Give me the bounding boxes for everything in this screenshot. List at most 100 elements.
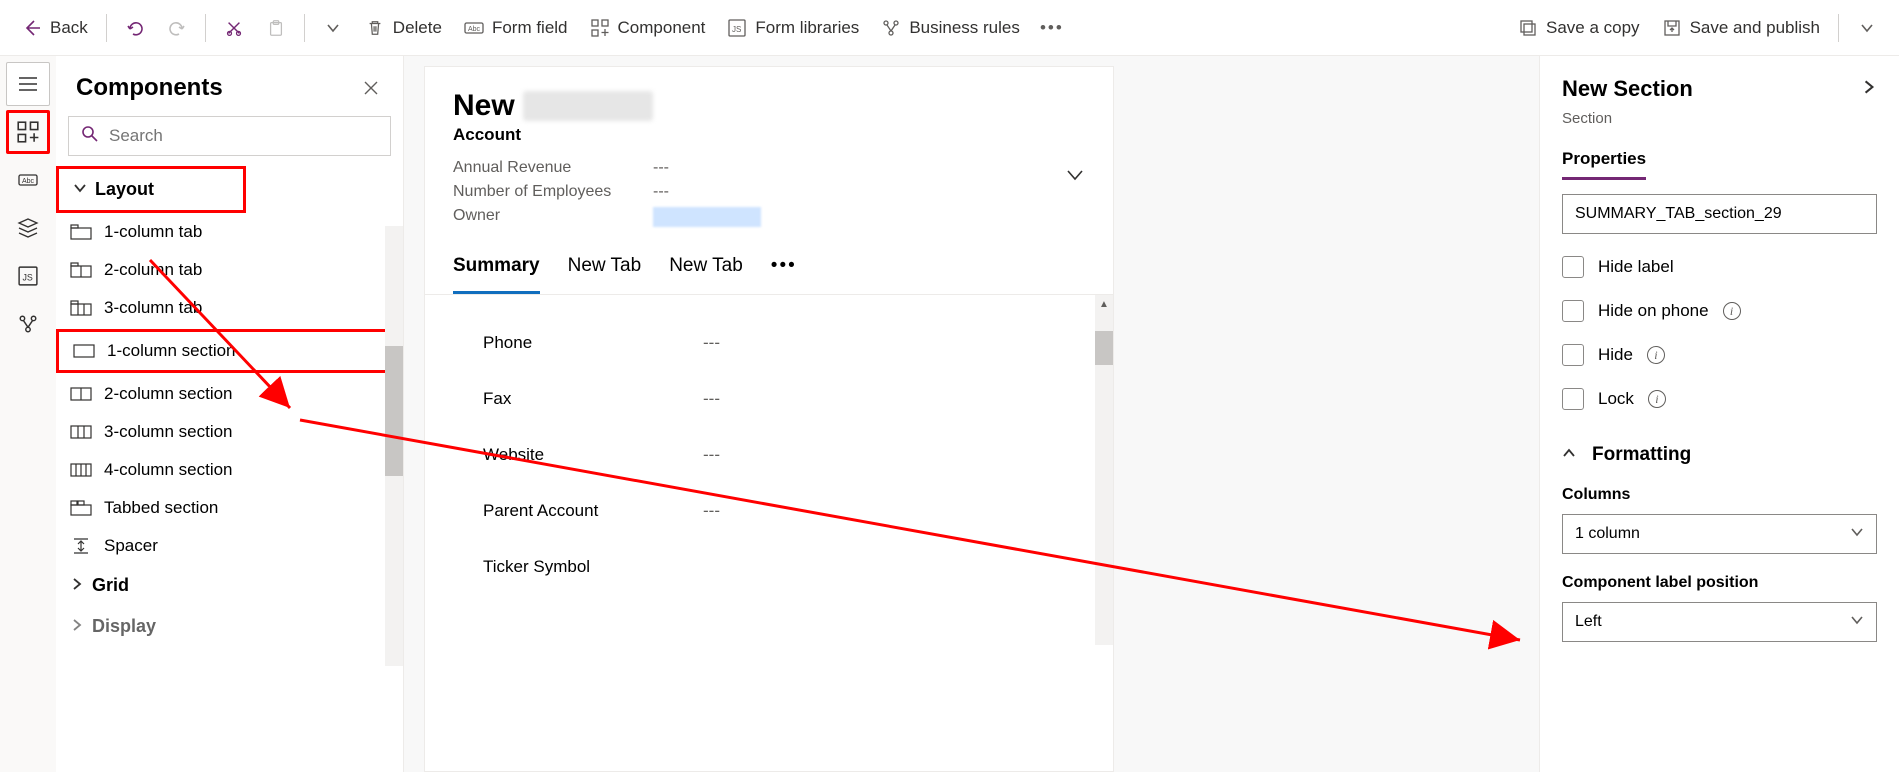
form-field-rail-button[interactable]: Abc — [6, 158, 50, 202]
redo-button[interactable] — [157, 12, 197, 44]
formatting-label: Formatting — [1592, 444, 1691, 466]
close-panel-button[interactable] — [359, 76, 383, 100]
separator — [304, 14, 305, 42]
props-expand-button[interactable] — [1861, 79, 1877, 100]
check-hide-label[interactable]: Hide label — [1562, 256, 1877, 278]
chevron-down-icon — [73, 179, 87, 200]
checkbox[interactable] — [1562, 256, 1584, 278]
field-label: Fax — [483, 389, 703, 409]
layout-item-3col-section[interactable]: 3-column section — [56, 413, 403, 451]
scrollbar-thumb[interactable] — [385, 346, 403, 476]
components-search[interactable] — [68, 116, 391, 156]
back-label: Back — [50, 18, 88, 38]
check-hide[interactable]: Hide i — [1562, 344, 1877, 366]
form-tabs: Summary New Tab New Tab ••• — [425, 237, 1113, 295]
layout-item-1col-tab[interactable]: 1-column tab — [56, 213, 403, 251]
trash-icon — [365, 18, 385, 38]
field-fax[interactable]: Fax --- — [425, 371, 1113, 427]
field-value: --- — [703, 389, 720, 409]
separator — [205, 14, 206, 42]
item-label: 1-column section — [107, 341, 236, 361]
back-button[interactable]: Back — [12, 12, 98, 44]
item-label: 3-column section — [104, 422, 233, 442]
labelpos-value: Left — [1575, 613, 1602, 631]
check-hide-phone[interactable]: Hide on phone i — [1562, 300, 1877, 322]
tab-summary[interactable]: Summary — [453, 255, 540, 294]
form-card[interactable]: New Account Annual Revenue --- Number of… — [424, 66, 1114, 772]
save-publish-dropdown[interactable] — [1847, 12, 1887, 44]
rules-icon — [881, 18, 901, 38]
chevron-down-icon — [1857, 18, 1877, 38]
form-libraries-label: Form libraries — [755, 18, 859, 38]
field-label: Phone — [483, 333, 703, 353]
section-1col-icon — [73, 342, 95, 360]
item-label: 1-column tab — [104, 222, 202, 242]
meta-row-owner[interactable]: Owner — [453, 207, 761, 227]
header-expand-button[interactable] — [1065, 159, 1085, 227]
formatting-section-head[interactable]: Formatting — [1562, 444, 1877, 466]
field-phone[interactable]: Phone --- — [425, 315, 1113, 371]
layout-item-2col-section[interactable]: 2-column section — [56, 375, 403, 413]
layout-item-4col-section[interactable]: 4-column section — [56, 451, 403, 489]
info-icon[interactable]: i — [1647, 346, 1665, 364]
paste-button[interactable] — [256, 12, 296, 44]
form-scrollbar-up[interactable]: ▲ — [1095, 295, 1113, 313]
components-rail-button[interactable] — [6, 110, 50, 154]
field-parent-account[interactable]: Parent Account --- — [425, 483, 1113, 539]
svg-text:Abc: Abc — [468, 26, 481, 33]
rules-rail-button[interactable] — [6, 302, 50, 346]
checkbox[interactable] — [1562, 388, 1584, 410]
section-name-input[interactable] — [1562, 194, 1877, 234]
field-ticker[interactable]: Ticker Symbol — [425, 539, 1113, 595]
item-label: 4-column section — [104, 460, 233, 480]
columns-select[interactable]: 1 column — [1562, 514, 1877, 554]
field-website[interactable]: Website --- — [425, 427, 1113, 483]
overflow-button[interactable]: ••• — [1032, 12, 1072, 44]
layout-item-1col-section[interactable]: 1-column section — [56, 329, 403, 373]
more-dropdown[interactable] — [313, 12, 353, 44]
tabs-overflow[interactable]: ••• — [771, 255, 797, 294]
layout-section-head[interactable]: Layout — [56, 166, 246, 213]
cut-button[interactable] — [214, 12, 254, 44]
meta-row-employees[interactable]: Number of Employees --- — [453, 183, 761, 201]
props-subtitle: Section — [1562, 110, 1877, 127]
save-publish-button[interactable]: Save and publish — [1652, 12, 1830, 44]
component-button[interactable]: Component — [580, 12, 716, 44]
form-libraries-button[interactable]: JS Form libraries — [717, 12, 869, 44]
form-scrollbar-thumb[interactable] — [1095, 331, 1113, 365]
check-lock[interactable]: Lock i — [1562, 388, 1877, 410]
layout-item-tabbed-section[interactable]: Tabbed section — [56, 489, 403, 527]
form-title-redacted — [523, 91, 653, 121]
grid-section-head[interactable]: Grid — [56, 565, 403, 606]
field-value: --- — [703, 333, 720, 353]
layers-rail-button[interactable] — [6, 206, 50, 250]
js-rail-button[interactable]: JS — [6, 254, 50, 298]
meta-row-revenue[interactable]: Annual Revenue --- — [453, 159, 761, 177]
layout-item-3col-tab[interactable]: 3-column tab — [56, 289, 403, 327]
form-field-button[interactable]: Abc Form field — [454, 12, 578, 44]
checkbox[interactable] — [1562, 300, 1584, 322]
props-tab-properties[interactable]: Properties — [1562, 149, 1646, 180]
display-section-head[interactable]: Display — [56, 606, 403, 647]
business-rules-button[interactable]: Business rules — [871, 12, 1030, 44]
item-label: Spacer — [104, 536, 158, 556]
chevron-down-icon — [1850, 613, 1864, 632]
undo-icon — [125, 18, 145, 38]
save-copy-button[interactable]: Save a copy — [1508, 12, 1650, 44]
tab-new-2[interactable]: New Tab — [669, 255, 743, 294]
field-label: Parent Account — [483, 501, 703, 521]
hamburger-button[interactable] — [6, 62, 50, 106]
form-field-label: Form field — [492, 18, 568, 38]
info-icon[interactable]: i — [1648, 390, 1666, 408]
search-input[interactable] — [109, 126, 378, 146]
section-2col-icon — [70, 385, 92, 403]
undo-button[interactable] — [115, 12, 155, 44]
delete-button[interactable]: Delete — [355, 12, 452, 44]
layout-item-spacer[interactable]: Spacer — [56, 527, 403, 565]
component-icon — [590, 18, 610, 38]
tab-new-1[interactable]: New Tab — [568, 255, 642, 294]
layout-item-2col-tab[interactable]: 2-column tab — [56, 251, 403, 289]
checkbox[interactable] — [1562, 344, 1584, 366]
labelpos-select[interactable]: Left — [1562, 602, 1877, 642]
info-icon[interactable]: i — [1723, 302, 1741, 320]
